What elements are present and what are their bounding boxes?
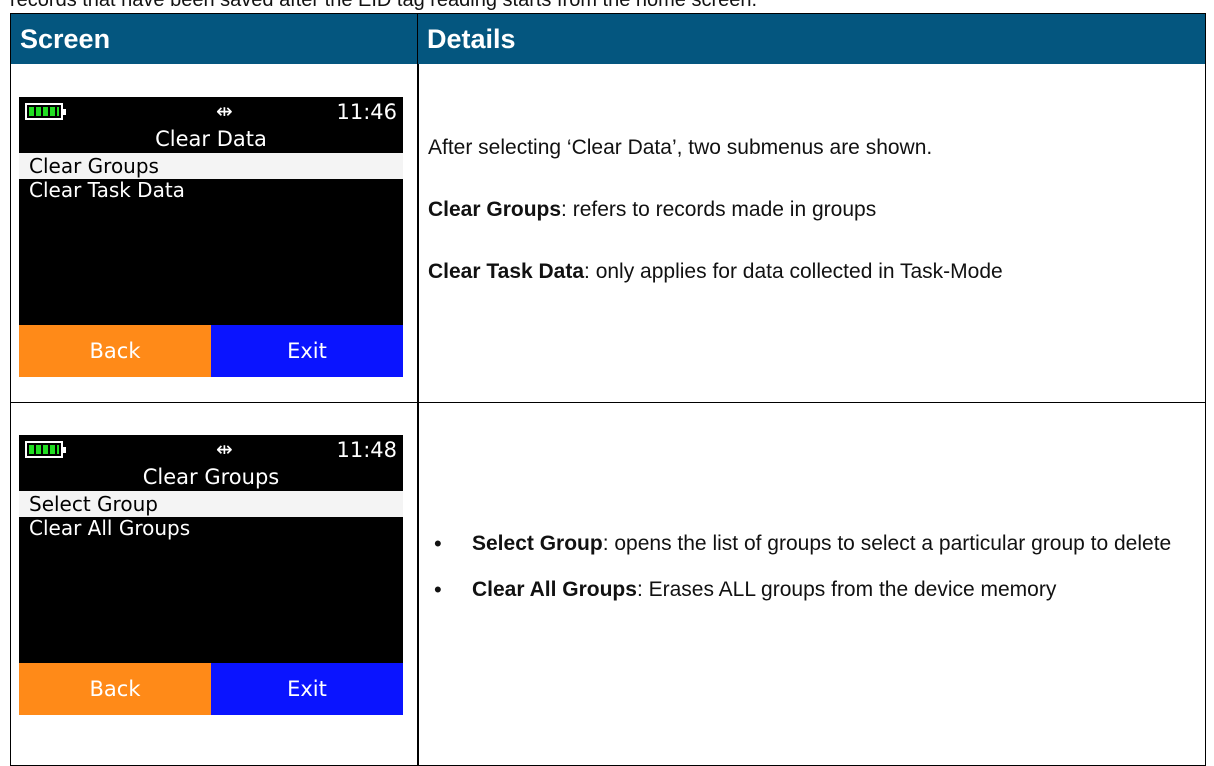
details-intro: After selecting ‘Clear Data’, two submen… [428,136,933,159]
desc-clear-groups: : refers to records made in groups [561,198,877,221]
intro-text: records that have been saved after the E… [10,0,758,11]
back-button[interactable]: Back [19,663,211,715]
screen-details-table: Screen Details ⇹ 11:46 Clear Data Clear … [10,13,1206,766]
device-screen-clear-groups: ⇹ 11:48 Clear Groups Select Group Clear … [19,435,403,715]
menu-item-clear-all-groups[interactable]: Clear All Groups [19,515,403,541]
bullet-select-group: Select Group: opens the list of groups t… [428,528,1191,560]
table-header: Screen Details [11,14,1205,64]
desc-clear-task-data: : only applies for data collected in Tas… [584,260,1003,283]
table-row: ⇹ 11:48 Clear Groups Select Group Clear … [11,403,1205,765]
term-clear-groups: Clear Groups [428,198,562,221]
battery-icon [25,103,66,120]
device-screen-clear-data: ⇹ 11:46 Clear Data Clear Groups Clear Ta… [19,97,403,377]
term-clear-all-groups: Clear All Groups [472,578,637,601]
desc-select-group: : opens the list of groups to select a p… [602,532,1172,555]
screen-title: Clear Groups [142,465,280,489]
menu-item-select-group[interactable]: Select Group [19,491,403,517]
screen-title: Clear Data [155,127,267,151]
term-select-group: Select Group [472,532,603,555]
usb-icon: ⇹ [216,99,233,123]
clock-time: 11:46 [336,100,397,124]
exit-button[interactable]: Exit [211,663,403,715]
details-clear-groups: Clear Groups: refers to records made in … [428,194,1191,226]
clock-time: 11:48 [336,438,397,462]
exit-button[interactable]: Exit [211,325,403,377]
usb-icon: ⇹ [216,437,233,461]
desc-clear-all-groups: : Erases ALL groups from the device memo… [636,578,1057,601]
details-clear-groups-options: Select Group: opens the list of groups t… [428,528,1191,606]
details-clear-task-data: Clear Task Data: only applies for data c… [428,256,1191,288]
bullet-list: Select Group: opens the list of groups t… [428,528,1191,606]
header-details: Details [427,24,516,54]
menu-item-clear-task-data[interactable]: Clear Task Data [19,177,403,203]
table-row: ⇹ 11:46 Clear Data Clear Groups Clear Ta… [11,64,1205,403]
bullet-clear-all-groups: Clear All Groups: Erases ALL groups from… [428,574,1191,606]
menu-item-clear-groups[interactable]: Clear Groups [19,153,403,179]
battery-icon [25,441,66,458]
header-screen: Screen [11,14,418,64]
term-clear-task-data: Clear Task Data [428,260,585,283]
details-clear-data: After selecting ‘Clear Data’, two submen… [428,132,1191,288]
back-button[interactable]: Back [19,325,211,377]
